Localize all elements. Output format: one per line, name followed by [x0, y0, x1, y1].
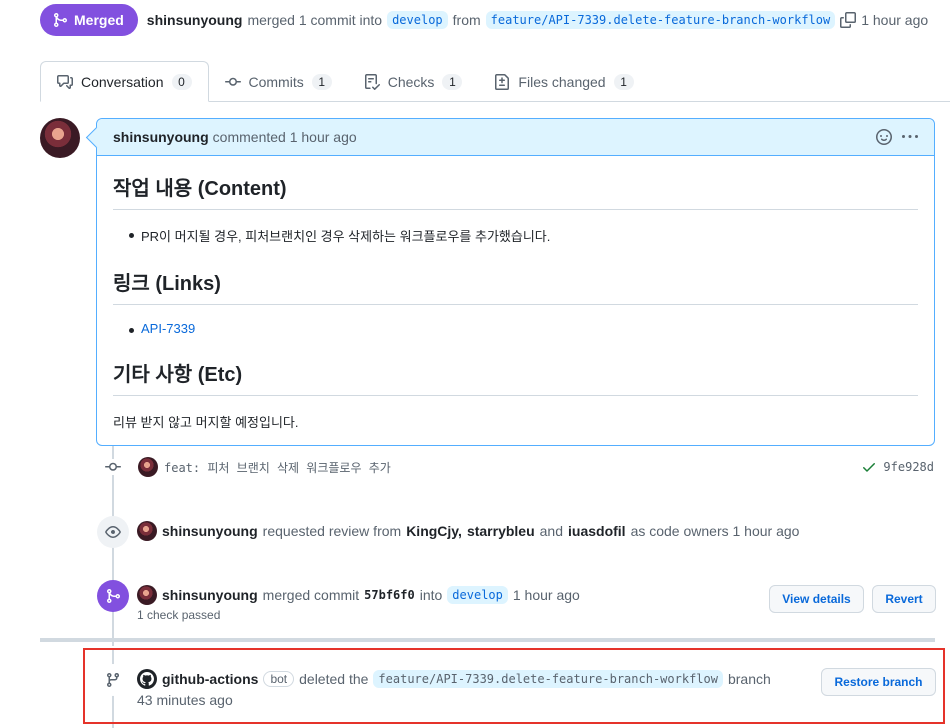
- pr-header: Merged shinsunyoung merged 1 commit into…: [40, 4, 928, 36]
- smiley-icon[interactable]: [876, 129, 892, 145]
- review-event-badge: [97, 516, 129, 548]
- commit-row: feat: 피처 브랜치 삭제 워크플로우 추가 9fe928d: [104, 456, 934, 478]
- merged-label: Merged: [74, 12, 124, 28]
- file-diff-icon: [495, 73, 510, 90]
- merge-text: merged commit: [262, 587, 360, 603]
- tab-files-changed-label: Files changed: [518, 73, 606, 90]
- tab-files-changed-count: 1: [613, 73, 634, 90]
- merge-author[interactable]: shinsunyoung: [162, 587, 258, 603]
- into-text: into: [419, 587, 443, 603]
- merge-time-text: 1 hour ago: [512, 587, 580, 603]
- and-text: and: [539, 523, 563, 539]
- comment-meta: commented 1 hour ago: [212, 129, 357, 145]
- revert-button[interactable]: Revert: [872, 585, 936, 613]
- author-avatar[interactable]: [40, 118, 80, 158]
- git-commit-icon: [224, 77, 241, 86]
- tab-checks-count: 1: [442, 73, 463, 90]
- git-merge-icon: [54, 13, 68, 27]
- comment-discussion-icon: [57, 74, 73, 89]
- commit-message[interactable]: feat: 피처 브랜치 삭제 워크플로우 추가: [164, 459, 391, 476]
- reviewer-iuasdofil[interactable]: iuasdofil: [568, 523, 626, 539]
- merge-commit-sha[interactable]: 57bf6f0: [364, 588, 415, 602]
- tab-commits-count: 1: [311, 73, 332, 90]
- from-text: from: [452, 12, 481, 28]
- avatar[interactable]: [137, 521, 157, 541]
- content-heading: 작업 내용 (Content): [113, 172, 918, 210]
- pr-author-link[interactable]: shinsunyoung: [147, 12, 243, 28]
- highlight-box: [83, 648, 945, 724]
- comment-author[interactable]: shinsunyoung: [113, 129, 209, 145]
- reviewer-kingcjy[interactable]: KingCjy,: [406, 523, 462, 539]
- pr-description-comment: shinsunyoung commented 1 hour ago 작업 내용 …: [96, 118, 935, 446]
- copy-icon[interactable]: [840, 12, 857, 28]
- review-author[interactable]: shinsunyoung: [162, 523, 258, 539]
- merge-event: shinsunyoung merged commit 57bf6f0 into …: [137, 585, 580, 605]
- git-commit-icon: [105, 462, 121, 471]
- checklist-icon: [364, 73, 380, 90]
- etc-text: 리뷰 받지 않고 머지할 예정입니다.: [113, 415, 299, 430]
- check-icon: [863, 463, 876, 472]
- tab-commits-label: Commits: [248, 73, 304, 90]
- eye-icon: [105, 526, 121, 538]
- review-text: requested review from: [262, 523, 402, 539]
- tab-commits[interactable]: Commits 1: [209, 61, 348, 102]
- etc-heading: 기타 사항 (Etc): [113, 358, 918, 396]
- tab-checks[interactable]: Checks 1: [348, 61, 479, 102]
- view-details-button[interactable]: View details: [769, 585, 864, 613]
- pr-tabs: Conversation 0 Commits 1 Checks 1 Files …: [40, 61, 950, 102]
- merge-event-badge: [97, 580, 129, 612]
- list-item: PR이 머지될 경우, 피처브랜치인 경우 삭제하는 워크플로우를 추가했습니다…: [129, 226, 918, 245]
- avatar[interactable]: [137, 585, 157, 605]
- base-branch-label[interactable]: develop: [387, 11, 448, 29]
- merge-time: 1 hour ago: [861, 12, 929, 28]
- timeline-separator: [40, 638, 935, 642]
- links-heading: 링크 (Links): [113, 267, 918, 305]
- merge-action-text: merged 1 commit into: [247, 12, 383, 28]
- reviewer-starrybleu[interactable]: starrybleu: [467, 523, 535, 539]
- tab-conversation[interactable]: Conversation 0: [40, 61, 209, 102]
- merged-status-badge: Merged: [40, 4, 138, 36]
- tab-checks-label: Checks: [387, 73, 435, 90]
- avatar[interactable]: [138, 457, 158, 477]
- tab-conversation-count: 0: [171, 73, 192, 90]
- git-merge-icon: [107, 589, 121, 603]
- head-branch-label[interactable]: feature/API-7339.delete-feature-branch-w…: [485, 11, 836, 29]
- tab-conversation-label: Conversation: [81, 73, 164, 90]
- merge-branch-label[interactable]: develop: [447, 586, 508, 604]
- commit-sha[interactable]: 9fe928d: [883, 460, 934, 474]
- check-status-text[interactable]: 1 check passed: [137, 608, 220, 622]
- review-event: shinsunyoung requested review from KingC…: [137, 521, 799, 541]
- kebab-menu-icon[interactable]: [902, 129, 918, 145]
- tab-files-changed[interactable]: Files changed 1: [478, 61, 649, 102]
- review-time-text: as code owners 1 hour ago: [630, 523, 800, 539]
- comment-header: shinsunyoung commented 1 hour ago: [97, 119, 934, 156]
- jira-link[interactable]: API-7339: [141, 321, 195, 336]
